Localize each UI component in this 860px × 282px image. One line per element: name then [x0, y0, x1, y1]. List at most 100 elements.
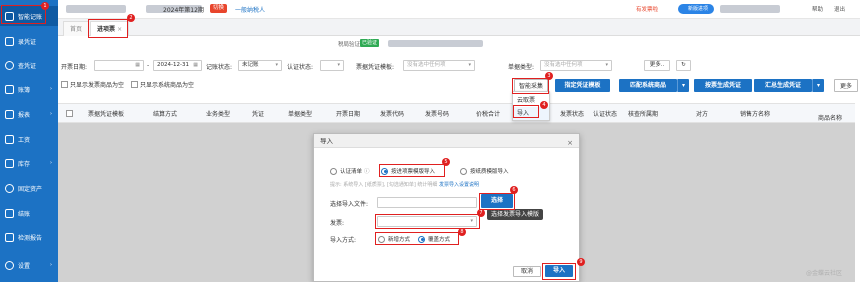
col-doc-type[interactable]: 单据类型	[288, 109, 312, 118]
cert-status-select[interactable]: ▾	[320, 60, 344, 71]
doc-type-label: 单据类型:	[508, 64, 535, 71]
assign-template-button[interactable]: 指定凭证模板	[555, 79, 610, 92]
match-goods-button[interactable]: 匹配系统商品	[619, 79, 677, 92]
dialog-title: 导入 ×	[314, 134, 579, 148]
settings-icon	[5, 260, 14, 270]
sidebar-item-check-report[interactable]: 检测报告	[0, 227, 58, 247]
help-link[interactable]: 帮助	[812, 5, 823, 13]
gen-summary-button[interactable]: 汇总生成凭证	[754, 79, 812, 92]
import-settings-link[interactable]: 发票导入设置说明	[439, 182, 479, 188]
quit-link[interactable]: 退出	[834, 5, 845, 13]
template-select[interactable]: 没有选中任何项 ▾	[403, 60, 475, 71]
new-version-toggle[interactable]: 新版进项	[678, 4, 714, 14]
book-icon	[5, 84, 14, 94]
highlight-box	[375, 214, 480, 229]
verify-strip: 税局验证: 已验证	[58, 36, 860, 50]
end-date-input[interactable]: 2024-12-31 ▦	[153, 60, 202, 71]
sidebar-item-reports[interactable]: 报表 ›	[0, 104, 58, 124]
highlight-box	[513, 105, 539, 118]
col-invoice-code[interactable]: 发票代码	[380, 109, 404, 118]
step-badge: 3	[545, 72, 553, 80]
close-icon[interactable]: ×	[567, 136, 573, 150]
match-goods-dropdown[interactable]: ▾	[677, 79, 689, 92]
chevron-down-icon: ▾	[337, 62, 340, 68]
radio-scan-import[interactable]: 按纸质模版导入	[460, 167, 509, 175]
chevron-down-icon: ▾	[468, 62, 471, 68]
sidebar-item-fixed-assets[interactable]: 固定资产	[0, 178, 58, 198]
watermark: @金蝶云社区	[806, 270, 843, 277]
sidebar-item-enter-voucher[interactable]: 录凭证	[0, 31, 58, 51]
help-icon: ⓘ	[364, 169, 370, 175]
cancel-button[interactable]: 取消	[513, 266, 541, 277]
file-input[interactable]	[377, 197, 477, 208]
col-cert-status[interactable]: 认证状态	[593, 109, 617, 118]
import-mode-label: 导入方式:	[330, 237, 357, 244]
col-invoice-status[interactable]: 发票状态	[560, 109, 584, 118]
col-total[interactable]: 价税合计	[476, 109, 500, 118]
chevron-down-icon: ▾	[275, 62, 278, 68]
record-status-label: 记账状态:	[206, 64, 233, 71]
sidebar-item-settings[interactable]: 设置 ›	[0, 255, 58, 275]
col-template[interactable]: 票据凭证模板	[88, 109, 124, 118]
highlight-box	[379, 164, 445, 177]
chevron-right-icon: ›	[50, 86, 52, 92]
invoice-link[interactable]: 有发票啦	[636, 5, 658, 13]
inventory-icon	[5, 158, 14, 168]
sidebar-item-inventory[interactable]: 库存 ›	[0, 153, 58, 173]
col-counterparty[interactable]: 对方	[696, 109, 708, 118]
redacted-user	[720, 5, 780, 13]
top-bar: 2024年第12期 切换 一般纳税人 有发票啦 新版进项 帮助 退出	[58, 0, 860, 19]
period-label: 2024年第12期	[163, 7, 204, 14]
step-badge: 4	[540, 101, 548, 109]
sidebar-item-close-account[interactable]: 结账	[0, 203, 58, 223]
date-separator: -	[147, 62, 150, 69]
gen-summary-dropdown[interactable]: ▾	[812, 79, 824, 92]
highlight-box	[479, 193, 515, 210]
sidebar-item-salary[interactable]: 工资	[0, 129, 58, 149]
doc-type-select[interactable]: 没有选中任何项 ▾	[540, 60, 612, 71]
more-filters-button[interactable]: 更多..	[644, 60, 670, 71]
step-badge: 7	[477, 209, 485, 217]
sidebar-item-books[interactable]: 账簿 ›	[0, 79, 58, 99]
gen-by-ticket-button[interactable]: 按票生成凭证	[694, 79, 752, 92]
sidebar: 智能记账 录凭证 查凭证 账簿 › 报表 › 工资 库存 › 固定资产 结账 检测报告…	[0, 0, 58, 282]
highlight-box	[375, 232, 459, 245]
refresh-icon: ↻	[681, 62, 686, 68]
col-invoice-number[interactable]: 发票号码	[425, 109, 449, 118]
highlight-box	[512, 78, 549, 94]
verified-badge: 已验证	[360, 39, 380, 47]
check-report-icon	[5, 232, 14, 242]
table-header: 票据凭证模板 结算方式 业务类型 凭证 单据类型 开票日期 发票代码 发票号码 …	[58, 103, 855, 123]
only-system-empty-checkbox[interactable]: 只显示系统商品为空	[131, 80, 194, 89]
col-period[interactable]: 核查所属期	[628, 109, 658, 118]
chevron-down-icon: ▾	[605, 62, 608, 68]
start-date-input[interactable]: ▦	[94, 60, 144, 71]
cert-status-label: 认证状态:	[287, 64, 314, 71]
report-icon	[5, 109, 14, 119]
chevron-right-icon: ›	[50, 160, 52, 166]
select-all-checkbox[interactable]	[66, 110, 73, 117]
step-badge: 5	[442, 158, 450, 166]
step-badge: 2	[127, 14, 135, 22]
col-voucher[interactable]: 凭证	[252, 109, 264, 118]
chevron-right-icon: ›	[50, 262, 52, 268]
step-badge: 6	[510, 186, 518, 194]
template-tooltip: 选择发票导入模版	[487, 209, 544, 220]
col-invoice-date[interactable]: 开票日期	[336, 109, 360, 118]
col-business-type[interactable]: 业务类型	[206, 109, 230, 118]
sidebar-item-query-voucher[interactable]: 查凭证	[0, 55, 58, 75]
col-seller[interactable]: 销售方名称	[740, 109, 770, 118]
col-settlement[interactable]: 结算方式	[153, 109, 177, 118]
start-date-label: 开票日期:	[61, 64, 88, 71]
refresh-button[interactable]: ↻	[676, 60, 691, 71]
col-goods[interactable]: 商品名称	[818, 113, 842, 122]
radio-cert-list[interactable]: 认证清单 ⓘ	[330, 167, 370, 175]
record-status-select[interactable]: 未记账 ▾	[238, 60, 282, 71]
verify-label: 税局验证:	[338, 42, 362, 48]
tab-home[interactable]: 首页	[63, 21, 90, 36]
highlight-box	[88, 19, 128, 38]
more-actions-button[interactable]: 更多	[834, 79, 858, 92]
switch-period-button[interactable]: 切换	[210, 4, 228, 13]
only-invoice-empty-checkbox[interactable]: 只显示发票商品为空	[61, 80, 124, 89]
salary-icon	[5, 134, 14, 144]
